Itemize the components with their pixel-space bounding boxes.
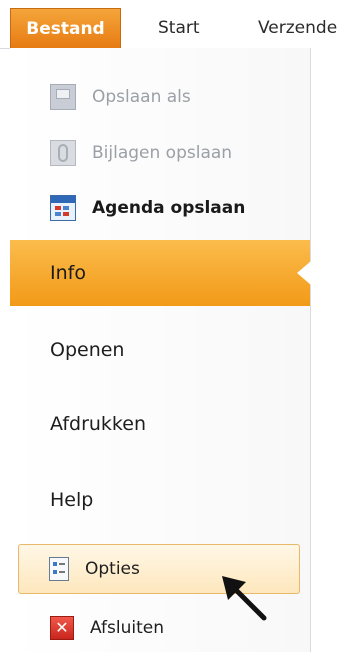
save-attachments-button[interactable]: Bijlagen opslaan [10, 129, 310, 177]
tab-start[interactable]: Start [158, 8, 200, 48]
backstage-tab-afdrukken[interactable]: Afdrukken [10, 394, 310, 454]
save-calendar-label: Agenda opslaan [92, 198, 246, 218]
calendar-icon [50, 195, 76, 221]
backstage-tab-help[interactable]: Help [10, 470, 310, 530]
tab-bestand[interactable]: Bestand [10, 8, 121, 49]
selected-indicator [297, 261, 311, 285]
save-as-label: Opslaan als [92, 87, 191, 107]
attachment-icon [50, 140, 76, 166]
backstage-tab-openen[interactable]: Openen [10, 320, 310, 380]
tab-verzenden[interactable]: Verzende [258, 8, 337, 48]
save-calendar-button[interactable]: Agenda opslaan [10, 184, 310, 232]
backstage-content-pane [311, 48, 358, 652]
backstage-navigation: Opslaan als Bijlagen opslaan Agenda opsl… [10, 48, 311, 652]
print-label: Afdrukken [50, 413, 146, 435]
save-as-icon [50, 84, 76, 110]
info-label: Info [50, 262, 86, 284]
exit-icon: ✕ [50, 616, 74, 640]
open-label: Openen [50, 339, 125, 361]
exit-label: Afsluiten [90, 618, 164, 638]
mouse-pointer-arrow-icon [222, 576, 267, 621]
save-as-button[interactable]: Opslaan als [10, 73, 310, 121]
help-label: Help [50, 489, 94, 511]
options-icon [49, 557, 69, 581]
ribbon-tab-bar: Bestand Start Verzende [0, 0, 358, 49]
options-label: Opties [85, 559, 140, 579]
backstage-tab-info[interactable]: Info [10, 240, 311, 306]
save-attachments-label: Bijlagen opslaan [92, 143, 233, 163]
